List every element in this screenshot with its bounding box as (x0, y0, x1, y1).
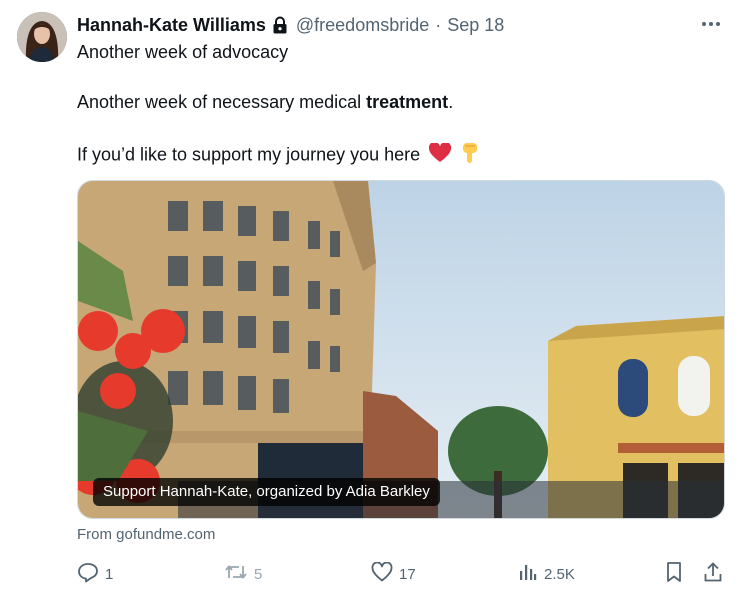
lock-icon (272, 15, 290, 35)
share-icon (703, 561, 723, 587)
avatar[interactable] (17, 12, 67, 62)
tweet-text-support: If you’d like to support my journey you … (77, 144, 421, 165)
like-icon (371, 561, 393, 586)
tweet-text-suffix: . (448, 92, 454, 112)
red-heart-icon (429, 141, 452, 168)
tweet-text-line-1: Another week of advocacy (77, 42, 289, 62)
tweet-text-line-3: If you’d like to support my journey you … (77, 141, 480, 169)
link-card[interactable] (77, 180, 725, 519)
reply-button[interactable]: 1 (77, 560, 113, 588)
retweet-icon (224, 561, 248, 587)
bookmark-button[interactable] (665, 560, 683, 588)
tweet-date[interactable]: Sep 18 (447, 15, 504, 36)
action-bar: 1 5 17 2.5K (77, 560, 727, 588)
like-count: 17 (399, 565, 416, 583)
share-button[interactable] (703, 560, 723, 588)
reply-count: 1 (105, 565, 114, 583)
more-icon[interactable] (699, 12, 723, 36)
display-name[interactable]: Hannah-Kate Williams (77, 15, 266, 36)
card-source[interactable]: From gofundme.com (77, 526, 215, 543)
tweet-text-bold: treatment (366, 92, 449, 112)
card-image (78, 181, 724, 518)
tweet-header: Hannah-Kate Williams @freedomsbride · Se… (77, 14, 504, 36)
card-caption: Support Hannah-Kate, organized by Adia B… (93, 478, 440, 506)
like-button[interactable]: 17 (371, 560, 416, 588)
retweet-button[interactable]: 5 (224, 560, 262, 588)
tweet-text-prefix: Another week of necessary medical (77, 92, 367, 112)
handle[interactable]: @freedomsbride (296, 15, 429, 36)
reply-icon (77, 561, 99, 587)
views-count: 2.5K (544, 565, 575, 583)
views-icon (518, 562, 538, 586)
retweet-count: 5 (254, 565, 263, 583)
pointing-down-hand-icon (460, 142, 480, 169)
tweet-text-line-2: Another week of necessary medical treatm… (77, 92, 453, 113)
bookmark-icon (665, 561, 683, 587)
views-button[interactable]: 2.5K (518, 560, 575, 588)
separator-dot: · (435, 14, 442, 35)
